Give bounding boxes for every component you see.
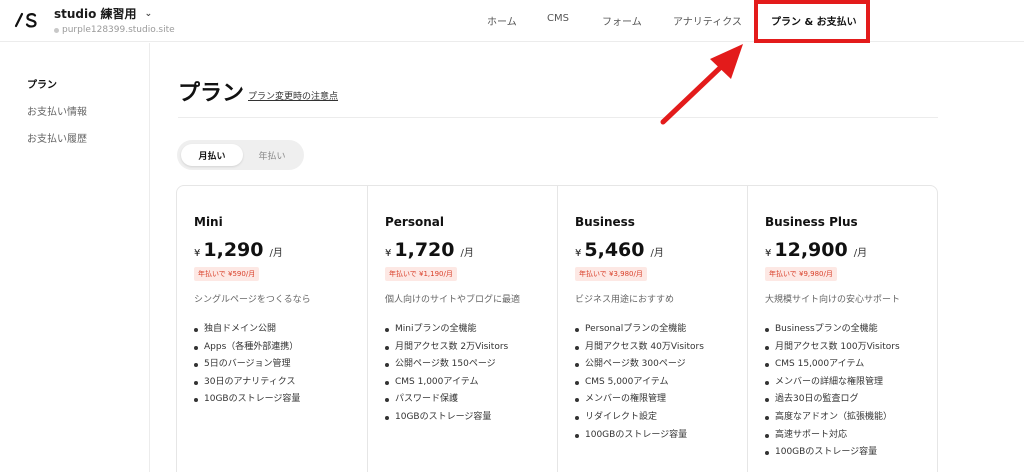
project-switcher[interactable]: studio 練習用 ⌄ purple128399.studio.site bbox=[54, 5, 175, 35]
sidebar: プラン お支払い情報 お支払い履歴 bbox=[0, 43, 150, 472]
feature-item: CMS 5,000アイテム bbox=[575, 374, 704, 392]
feature-item: 独自ドメイン公開 bbox=[194, 321, 300, 339]
sidebar-item-payment-info[interactable]: お支払い情報 bbox=[27, 103, 87, 118]
feature-item: 100GBのストレージ容量 bbox=[765, 444, 900, 462]
feature-item: 月間アクセス数 100万Visitors bbox=[765, 339, 900, 357]
feature-list: Miniプランの全機能 月間アクセス数 2万Visitors 公開ページ数 15… bbox=[385, 321, 508, 427]
feature-item: 公開ページ数 300ページ bbox=[575, 356, 704, 374]
plan-price: ¥ 5,460 /月 bbox=[575, 239, 664, 261]
feature-item: 100GBのストレージ容量 bbox=[575, 427, 704, 445]
feature-item: メンバーの権限管理 bbox=[575, 391, 704, 409]
plan-name: Business Plus bbox=[765, 215, 858, 229]
feature-item: パスワード保護 bbox=[385, 391, 508, 409]
yearly-price-badge: 年払いで ¥1,190/月 bbox=[385, 267, 457, 281]
divider bbox=[178, 117, 938, 118]
feature-item: リダイレクト設定 bbox=[575, 409, 704, 427]
plan-price: ¥ 1,720 /月 bbox=[385, 239, 474, 261]
chevron-down-icon[interactable]: ⌄ bbox=[145, 9, 153, 19]
plan-description: ビジネス用途におすすめ bbox=[575, 295, 675, 305]
yearly-price-badge: 年払いで ¥590/月 bbox=[194, 267, 260, 281]
toggle-yearly[interactable]: 年払い bbox=[243, 144, 301, 166]
billing-cycle-toggle: 月払い 年払い bbox=[177, 140, 304, 170]
nav-cms[interactable]: CMS bbox=[547, 13, 569, 24]
sidebar-item-payment-history[interactable]: お支払い履歴 bbox=[27, 130, 87, 145]
feature-item: CMS 15,000アイテム bbox=[765, 356, 900, 374]
plan-change-notes-link[interactable]: プラン変更時の注意点 bbox=[248, 89, 338, 102]
feature-item: 過去30日の監査ログ bbox=[765, 391, 900, 409]
plan-name: Mini bbox=[194, 215, 223, 229]
feature-item: Personalプランの全機能 bbox=[575, 321, 704, 339]
feature-item: メンバーの詳細な権限管理 bbox=[765, 374, 900, 392]
plan-description: 大規模サイト向けの安心サポート bbox=[765, 295, 901, 305]
feature-item: 10GBのストレージ容量 bbox=[194, 391, 300, 409]
feature-item: Businessプランの全機能 bbox=[765, 321, 900, 339]
toggle-monthly[interactable]: 月払い bbox=[181, 144, 243, 166]
plan-description: シングルページをつくるなら bbox=[194, 295, 311, 305]
feature-item: 10GBのストレージ容量 bbox=[385, 409, 508, 427]
feature-list: Personalプランの全機能 月間アクセス数 40万Visitors 公開ペー… bbox=[575, 321, 704, 444]
feature-item: Miniプランの全機能 bbox=[385, 321, 508, 339]
plan-name: Business bbox=[575, 215, 635, 229]
feature-item: 5日のバージョン管理 bbox=[194, 356, 300, 374]
feature-list: 独自ドメイン公開 Apps（各種外部連携） 5日のバージョン管理 30日のアナリ… bbox=[194, 321, 300, 409]
project-url: purple128399.studio.site bbox=[62, 25, 175, 35]
annotation-highlight-box bbox=[754, 0, 870, 43]
page-title: プラン bbox=[178, 81, 245, 106]
sidebar-item-plan[interactable]: プラン bbox=[27, 76, 57, 91]
feature-item: 公開ページ数 150ページ bbox=[385, 356, 508, 374]
plan-name: Personal bbox=[385, 215, 444, 229]
feature-list: Businessプランの全機能 月間アクセス数 100万Visitors CMS… bbox=[765, 321, 900, 462]
plan-card-business[interactable]: Business ¥ 5,460 /月 年払いで ¥3,980/月 ビジネス用途… bbox=[557, 186, 747, 472]
plan-card-personal[interactable]: Personal ¥ 1,720 /月 年払いで ¥1,190/月 個人向けのサ… bbox=[367, 186, 557, 472]
nav-home[interactable]: ホーム bbox=[487, 13, 517, 28]
yearly-price-badge: 年払いで ¥9,980/月 bbox=[765, 267, 837, 281]
plan-card-business-plus[interactable]: Business Plus ¥ 12,900 /月 年払いで ¥9,980/月 … bbox=[747, 186, 937, 472]
studio-logo-icon[interactable] bbox=[14, 10, 40, 30]
feature-item: 30日のアナリティクス bbox=[194, 374, 300, 392]
plan-card-mini[interactable]: Mini ¥ 1,290 /月 年払いで ¥590/月 シングルページをつくるな… bbox=[177, 186, 367, 472]
project-name: studio 練習用 bbox=[54, 7, 137, 21]
feature-item: CMS 1,000アイテム bbox=[385, 374, 508, 392]
nav-forms[interactable]: フォーム bbox=[602, 13, 642, 28]
globe-icon bbox=[54, 27, 59, 33]
feature-item: Apps（各種外部連携） bbox=[194, 339, 300, 357]
plan-cards: Mini ¥ 1,290 /月 年払いで ¥590/月 シングルページをつくるな… bbox=[176, 185, 938, 472]
plan-description: 個人向けのサイトやブログに最適 bbox=[385, 295, 521, 305]
plan-price: ¥ 1,290 /月 bbox=[194, 239, 283, 261]
feature-item: 月間アクセス数 40万Visitors bbox=[575, 339, 704, 357]
nav-analytics[interactable]: アナリティクス bbox=[673, 13, 742, 28]
yearly-price-badge: 年払いで ¥3,980/月 bbox=[575, 267, 647, 281]
top-bar: studio 練習用 ⌄ purple128399.studio.site ホー… bbox=[0, 0, 1024, 42]
feature-item: 高速サポート対応 bbox=[765, 427, 900, 445]
feature-item: 月間アクセス数 2万Visitors bbox=[385, 339, 508, 357]
feature-item: 高度なアドオン（拡張機能） bbox=[765, 409, 900, 427]
plan-price: ¥ 12,900 /月 bbox=[765, 239, 868, 261]
